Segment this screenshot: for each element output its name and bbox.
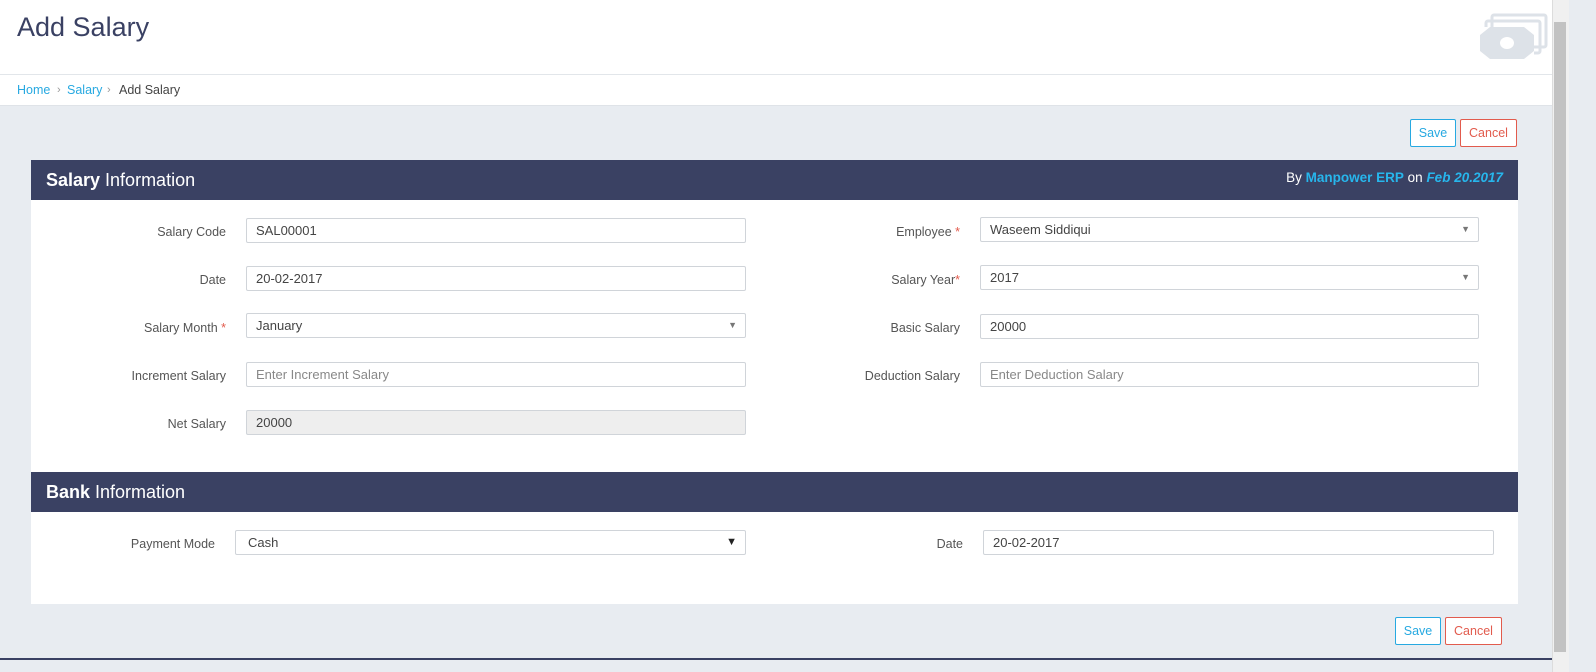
salary-code-input[interactable]: SAL00001 bbox=[246, 218, 746, 243]
bank-information-title: Bank Information bbox=[46, 482, 185, 503]
breadcrumb-current: Add Salary bbox=[119, 83, 181, 97]
bank-information-header: Bank Information bbox=[31, 472, 1518, 512]
salary-code-label: Salary Code bbox=[157, 225, 226, 239]
basic-salary-label: Basic Salary bbox=[890, 321, 960, 335]
salary-year-label-text: Salary Year bbox=[891, 273, 956, 287]
breadcrumb: Home › Salary › Add Salary bbox=[0, 75, 1552, 106]
cancel-button-bottom[interactable]: Cancel bbox=[1445, 617, 1502, 645]
bank-information-body bbox=[31, 512, 1518, 604]
salary-information-title: Salary Information bbox=[46, 170, 195, 191]
chevron-down-icon: ▼ bbox=[1461, 224, 1470, 234]
salary-month-value: January bbox=[256, 318, 303, 333]
required-marker: * bbox=[955, 225, 960, 239]
salary-information-title-bold: Salary bbox=[46, 170, 101, 190]
meta-by: By bbox=[1286, 170, 1306, 185]
date-input[interactable]: 20-02-2017 bbox=[246, 266, 746, 291]
salary-year-label: Salary Year* bbox=[760, 273, 960, 287]
breadcrumb-salary-link[interactable]: Salary bbox=[67, 75, 102, 105]
footer-divider bbox=[0, 658, 1552, 660]
salary-year-select[interactable]: 2017 ▼ bbox=[980, 265, 1479, 290]
chevron-down-icon: ▼ bbox=[726, 536, 737, 548]
chevron-down-icon: ▼ bbox=[728, 320, 737, 330]
record-meta: By Manpower ERP on Feb 20.2017 bbox=[1286, 170, 1503, 185]
increment-salary-input[interactable]: Enter Increment Salary bbox=[246, 362, 746, 387]
salary-information-header: Salary Information By Manpower ERP on Fe… bbox=[31, 160, 1518, 200]
save-button-top[interactable]: Save bbox=[1410, 119, 1456, 147]
salary-information-title-rest: Information bbox=[100, 170, 196, 190]
payment-mode-select[interactable]: Cash ▼ bbox=[235, 530, 746, 555]
employee-value: Waseem Siddiqui bbox=[990, 222, 1091, 237]
employee-label-text: Employee bbox=[896, 225, 956, 239]
breadcrumb-home-link[interactable]: Home bbox=[17, 75, 50, 105]
page-title: Add Salary bbox=[17, 12, 150, 42]
vertical-scrollbar-thumb[interactable] bbox=[1554, 22, 1566, 652]
breadcrumb-separator-icon: › bbox=[57, 84, 61, 96]
required-marker: * bbox=[221, 321, 226, 335]
salary-month-select[interactable]: January ▼ bbox=[246, 313, 746, 338]
payment-mode-label: Payment Mode bbox=[130, 537, 215, 551]
basic-salary-input[interactable]: 20000 bbox=[980, 314, 1479, 339]
increment-salary-label: Increment Salary bbox=[131, 369, 226, 383]
meta-brand: Manpower ERP bbox=[1305, 170, 1404, 185]
chevron-down-icon: ▼ bbox=[1461, 272, 1470, 282]
net-salary-label: Net Salary bbox=[167, 417, 226, 431]
money-stack-icon bbox=[1480, 13, 1548, 59]
employee-select[interactable]: Waseem Siddiqui ▼ bbox=[980, 217, 1479, 242]
bank-date-input[interactable]: 20-02-2017 bbox=[983, 530, 1494, 555]
required-marker: * bbox=[955, 273, 960, 287]
employee-label: Employee * bbox=[760, 225, 960, 239]
net-salary-input: 20000 bbox=[246, 410, 746, 435]
salary-month-label: Salary Month * bbox=[26, 321, 226, 335]
payment-mode-value: Cash bbox=[248, 535, 279, 550]
meta-on: on bbox=[1403, 170, 1427, 185]
salary-year-value: 2017 bbox=[990, 270, 1019, 285]
bank-date-label: Date bbox=[936, 537, 963, 551]
deduction-salary-label: Deduction Salary bbox=[864, 369, 960, 383]
bank-information-title-bold: Bank bbox=[46, 482, 91, 502]
meta-date: Feb 20.2017 bbox=[1426, 170, 1503, 185]
date-label: Date bbox=[199, 273, 226, 287]
save-button-bottom[interactable]: Save bbox=[1395, 617, 1441, 645]
salary-month-label-text: Salary Month bbox=[144, 321, 222, 335]
breadcrumb-separator-icon: › bbox=[107, 84, 111, 96]
bank-information-title-rest: Information bbox=[90, 482, 186, 502]
page-header: Add Salary bbox=[0, 0, 1552, 75]
deduction-salary-input[interactable]: Enter Deduction Salary bbox=[980, 362, 1479, 387]
cancel-button-top[interactable]: Cancel bbox=[1460, 119, 1517, 147]
